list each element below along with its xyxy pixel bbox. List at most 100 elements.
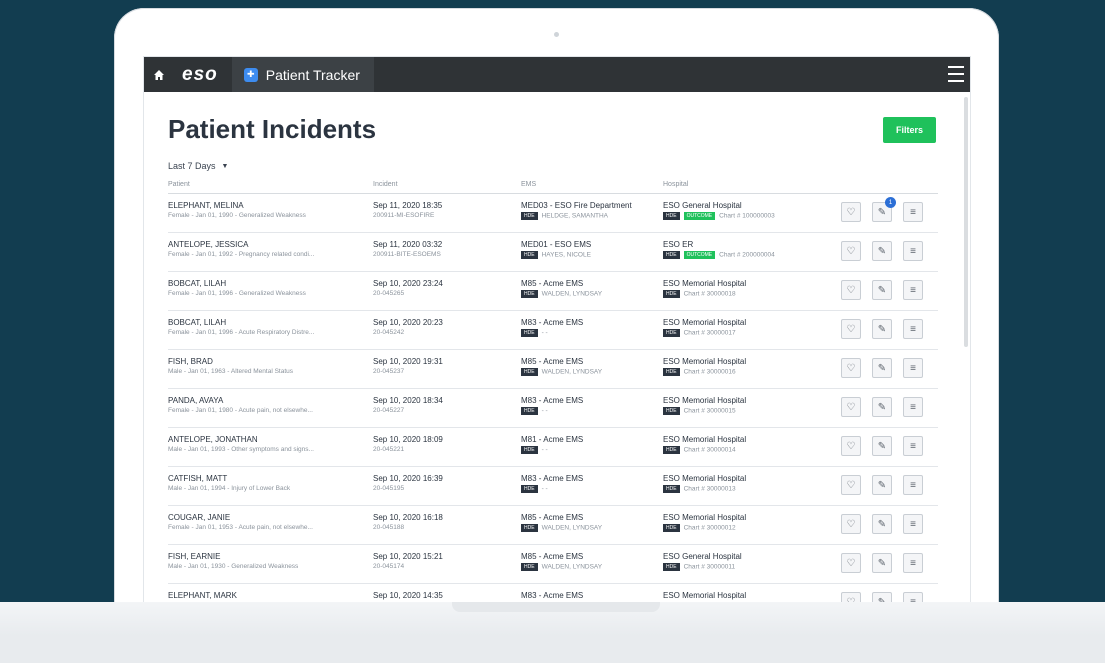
patient-detail: Male - Jan 01, 1993 - Other symptoms and… [168, 446, 314, 453]
patient-detail: Male - Jan 01, 1930 - Generalized Weakne… [168, 563, 299, 570]
table-row[interactable]: ANTELOPE, JONATHAN Male - Jan 01, 1993 -… [168, 427, 938, 467]
patient-name[interactable]: CATFISH, MATT [168, 474, 373, 483]
patient-name[interactable]: ELEPHANT, MELINA [168, 201, 373, 210]
column-header-patient[interactable]: Patient [168, 181, 373, 194]
outcome-tag: OUTCOME [683, 212, 716, 220]
row-menu-button[interactable]: ≡ [903, 514, 923, 534]
hde-tag: HDE [663, 485, 680, 493]
vitals-button[interactable]: ♡ [841, 241, 861, 261]
hde-tag: HDE [521, 524, 538, 532]
table-row[interactable]: BOBCAT, LILAH Female - Jan 01, 1996 - Ge… [168, 271, 938, 311]
vitals-button[interactable]: ♡ [841, 202, 861, 222]
paperclip-icon: ✎ [877, 323, 887, 335]
row-actions: ♡ ✎ ≡ [841, 506, 938, 534]
app-tab-label: Patient Tracker [265, 66, 360, 83]
attachments-button[interactable]: ✎ [872, 319, 892, 339]
attachments-button[interactable]: ✎ [872, 553, 892, 573]
paperclip-icon: ✎ [877, 557, 887, 569]
vertical-scrollbar[interactable] [964, 97, 968, 347]
outcome-tag: OUTCOME [683, 251, 716, 259]
home-button[interactable] [144, 57, 174, 92]
incident-date: Sep 11, 2020 03:32 [373, 240, 443, 249]
chart-number: Chart # 100000003 [719, 212, 775, 220]
chart-number: Chart # 30000012 [683, 524, 736, 532]
table-row[interactable]: FISH, BRAD Male - Jan 01, 1963 - Altered… [168, 349, 938, 389]
hde-tag: HDE [521, 212, 538, 220]
row-menu-button[interactable]: ≡ [903, 553, 923, 573]
row-menu-button[interactable]: ≡ [903, 436, 923, 456]
patient-name[interactable]: COUGAR, JANIE [168, 513, 373, 522]
crew-name: HAYES, NICOLE [541, 251, 591, 259]
attachments-button[interactable]: ✎ [872, 514, 892, 534]
eso-logo[interactable]: eso [174, 64, 232, 86]
patient-name[interactable]: BOBCAT, LILAH [168, 318, 373, 327]
column-header-ems[interactable]: EMS [521, 181, 663, 194]
vitals-button[interactable]: ♡ [841, 280, 861, 300]
chart-number: Chart # 30000014 [683, 446, 736, 454]
filters-button[interactable]: Filters [882, 116, 936, 143]
attachments-button[interactable]: ✎ [872, 241, 892, 261]
hde-tag: HDE [663, 329, 680, 337]
ems-unit: M83 - Acme EMS [521, 591, 584, 600]
table-row[interactable]: ELEPHANT, MELINA Female - Jan 01, 1990 -… [168, 193, 938, 233]
incident-date: Sep 10, 2020 14:35 [373, 591, 443, 600]
ems-unit: M85 - Acme EMS [521, 357, 584, 366]
date-range-dropdown[interactable]: Last 7 Days ▼ [168, 161, 938, 171]
patient-detail: Female - Jan 01, 1996 - Acute Respirator… [168, 329, 315, 336]
patient-detail: Female - Jan 01, 1953 - Acute pain, not … [168, 524, 313, 531]
paperclip-icon: ✎ [877, 362, 887, 374]
heart-icon: ♡ [846, 362, 856, 374]
attachments-button[interactable]: ✎ [872, 280, 892, 300]
patient-name[interactable]: BOBCAT, LILAH [168, 279, 373, 288]
table-row[interactable]: PANDA, AVAYA Female - Jan 01, 1980 - Acu… [168, 388, 938, 428]
attachments-button[interactable]: ✎ [872, 436, 892, 456]
vitals-button[interactable]: ♡ [841, 553, 861, 573]
patient-name[interactable]: ANTELOPE, JONATHAN [168, 435, 373, 444]
column-header-hospital[interactable]: Hospital [663, 181, 841, 194]
attachments-button[interactable]: ✎ [872, 397, 892, 417]
table-row[interactable]: ELEPHANT, MARK Sep 10, 2020 14:35 M83 - … [168, 583, 938, 603]
row-menu-button[interactable]: ≡ [903, 241, 923, 261]
vitals-button[interactable]: ♡ [841, 436, 861, 456]
crew-name: HELDGE, SAMANTHA [541, 212, 609, 220]
patient-tracker-tab[interactable]: ✚ Patient Tracker [231, 57, 374, 92]
patient-name[interactable]: ELEPHANT, MARK [168, 591, 373, 600]
ems-unit: M83 - Acme EMS [521, 318, 584, 327]
row-menu-button[interactable]: ≡ [903, 475, 923, 495]
vitals-button[interactable]: ♡ [841, 319, 861, 339]
vitals-button[interactable]: ♡ [841, 358, 861, 378]
row-menu-button[interactable]: ≡ [903, 280, 923, 300]
heart-icon: ♡ [846, 284, 856, 296]
list-icon: ≡ [910, 401, 916, 413]
vitals-button[interactable]: ♡ [841, 514, 861, 534]
row-menu-button[interactable]: ≡ [903, 358, 923, 378]
table-row[interactable]: BOBCAT, LILAH Female - Jan 01, 1996 - Ac… [168, 310, 938, 350]
crew-name: - - [541, 485, 548, 493]
hamburger-menu-button[interactable] [948, 66, 964, 82]
vitals-button[interactable]: ♡ [841, 475, 861, 495]
row-menu-button[interactable]: ≡ [903, 397, 923, 417]
incident-date: Sep 10, 2020 18:34 [373, 396, 443, 405]
attachments-button[interactable]: ✎ [872, 475, 892, 495]
patient-detail: Male - Jan 01, 1994 - Injury of Lower Ba… [168, 485, 291, 492]
attachments-button[interactable]: ✎ 1 [872, 197, 896, 222]
hde-tag: HDE [663, 407, 680, 415]
row-menu-button[interactable]: ≡ [903, 319, 923, 339]
table-row[interactable]: FISH, EARNIE Male - Jan 01, 1930 - Gener… [168, 544, 938, 584]
patient-name[interactable]: PANDA, AVAYA [168, 396, 373, 405]
home-icon [154, 69, 164, 80]
top-nav-bar: eso ✚ Patient Tracker [144, 57, 970, 92]
vitals-button[interactable]: ♡ [841, 397, 861, 417]
patient-name[interactable]: FISH, EARNIE [168, 552, 373, 561]
row-menu-button[interactable]: ≡ [903, 202, 923, 222]
column-header-incident[interactable]: Incident [373, 181, 521, 194]
table-row[interactable]: COUGAR, JANIE Female - Jan 01, 1953 - Ac… [168, 505, 938, 545]
patient-name[interactable]: FISH, BRAD [168, 357, 373, 366]
incident-date: Sep 10, 2020 19:31 [373, 357, 443, 366]
patient-name[interactable]: ANTELOPE, JESSICA [168, 240, 373, 249]
incident-id: 20-045237 [373, 368, 405, 375]
list-icon: ≡ [910, 557, 916, 569]
table-row[interactable]: CATFISH, MATT Male - Jan 01, 1994 - Inju… [168, 466, 938, 506]
attachments-button[interactable]: ✎ [872, 358, 892, 378]
table-row[interactable]: ANTELOPE, JESSICA Female - Jan 01, 1992 … [168, 232, 938, 272]
